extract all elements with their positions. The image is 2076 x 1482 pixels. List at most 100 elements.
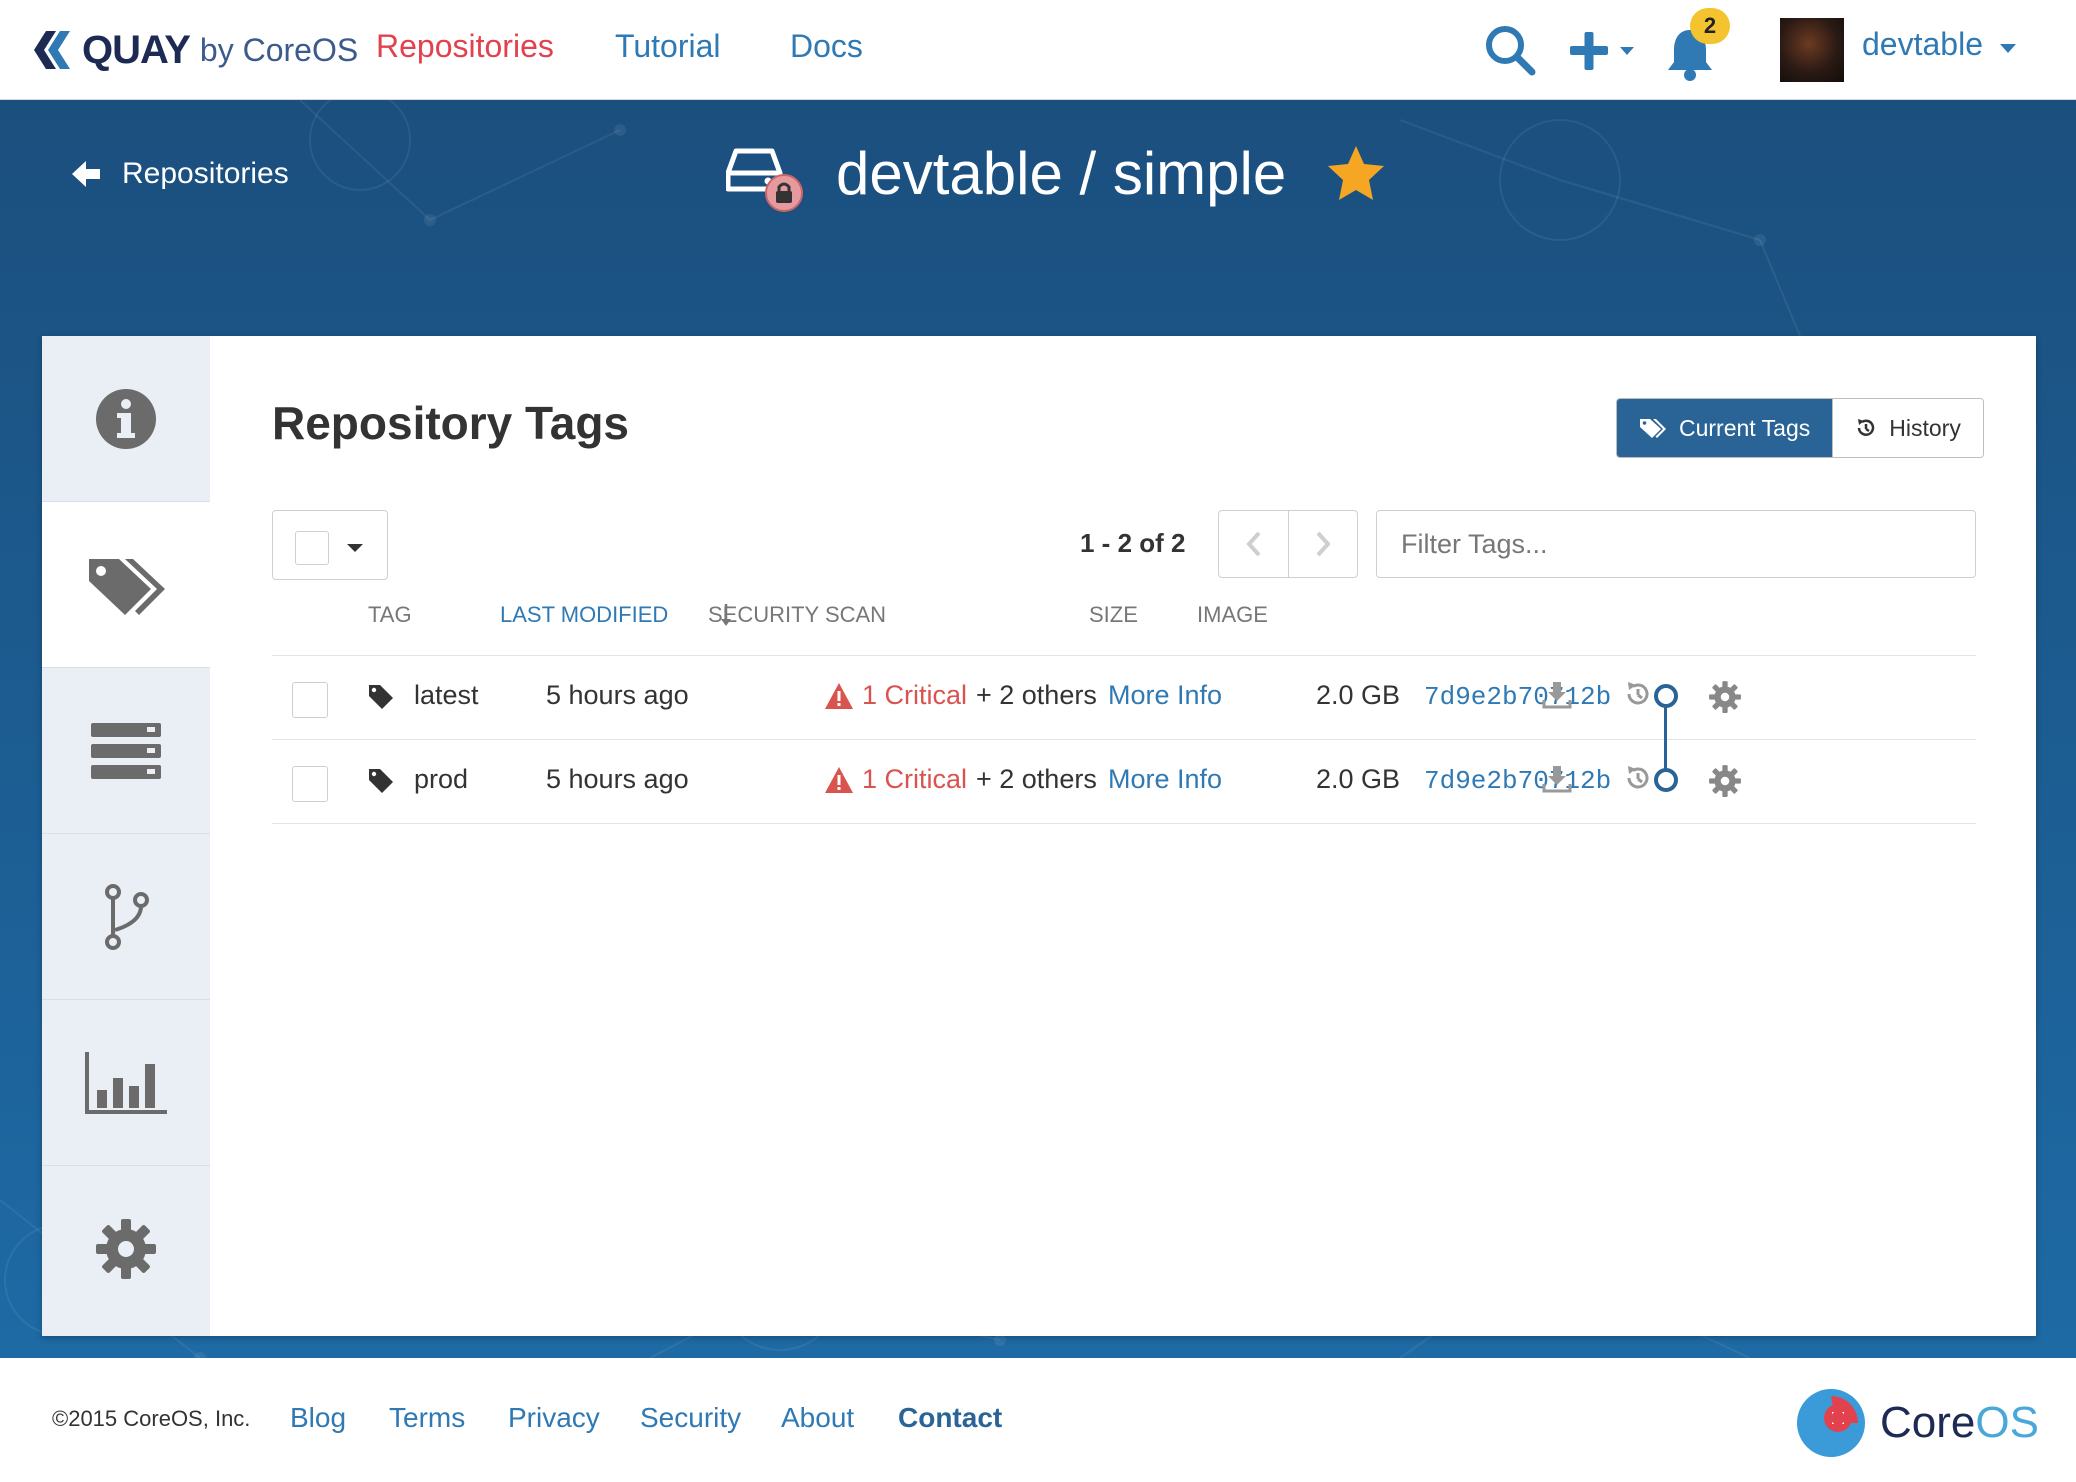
footer-link-security[interactable]: Security — [640, 1402, 741, 1434]
warning-icon — [825, 767, 853, 793]
more-info-link[interactable]: More Info — [1108, 680, 1222, 711]
gear-icon — [96, 1219, 156, 1279]
brand-word: QUAY — [82, 27, 191, 72]
footer-link-privacy[interactable]: Privacy — [508, 1402, 600, 1434]
coreos-logo-os: OS — [1975, 1398, 2039, 1447]
more-info-link[interactable]: More Info — [1108, 764, 1222, 795]
tag-icon — [369, 769, 393, 793]
sidebar-item-builds-trigger[interactable] — [42, 834, 210, 1000]
chevron-down-icon[interactable] — [347, 544, 363, 552]
critical-vulnerabilities[interactable]: 1 Critical — [862, 764, 967, 795]
tags-icon — [1640, 419, 1666, 438]
select-all-checkbox[interactable] — [295, 531, 329, 565]
arrow-left-icon — [72, 161, 100, 187]
sidebar-item-settings[interactable] — [42, 1166, 210, 1332]
current-tags-label: Current Tags — [1679, 414, 1811, 441]
tag-name[interactable]: latest — [414, 680, 479, 711]
coreos-logo-icon — [1797, 1389, 1865, 1457]
column-header-tag[interactable]: TAG — [368, 602, 412, 628]
tag-name[interactable]: prod — [414, 764, 468, 795]
current-tags-button[interactable]: Current Tags — [1617, 399, 1833, 457]
footer-link-blog[interactable]: Blog — [290, 1402, 346, 1434]
create-new-icon[interactable] — [1566, 26, 1646, 76]
branch-icon — [105, 883, 149, 950]
nav-docs[interactable]: Docs — [790, 28, 863, 65]
row-checkbox[interactable] — [292, 682, 328, 718]
history-icon[interactable] — [1624, 680, 1652, 708]
repo-title: devtable / simple — [726, 128, 1386, 218]
table-row: latest 5 hours ago 1 Critical + 2 others… — [272, 656, 1976, 740]
pull-icon[interactable] — [1542, 680, 1572, 710]
tag-icon — [369, 685, 393, 709]
quay-logo[interactable]: QUAY by CoreOS — [32, 22, 358, 78]
pagination-count: 1 - 2 of 2 — [1080, 528, 1186, 558]
nav-repositories[interactable]: Repositories — [376, 28, 554, 65]
tag-settings-gear-icon[interactable] — [1708, 680, 1742, 714]
column-header-image[interactable]: IMAGE — [1197, 602, 1268, 628]
last-modified: 5 hours ago — [546, 680, 689, 710]
coreos-logo-core: Core — [1880, 1398, 1976, 1447]
footer-link-contact[interactable]: Contact — [898, 1402, 1002, 1434]
back-to-repositories-link[interactable]: Repositories — [70, 154, 289, 194]
user-avatar[interactable] — [1780, 18, 1844, 82]
image-tree-node[interactable] — [1654, 768, 1678, 792]
image-size: 2.0 GB — [1316, 680, 1401, 710]
quay-logo-icon — [34, 31, 70, 69]
image-tree-node[interactable] — [1654, 684, 1678, 708]
row-checkbox[interactable] — [292, 766, 328, 802]
coreos-logo[interactable]: Core OS — [1796, 1388, 2039, 1458]
repo-name: devtable / simple — [836, 139, 1287, 207]
column-header-last-modified[interactable]: LAST MODIFIED — [500, 602, 668, 628]
layers-icon — [91, 722, 161, 779]
notification-badge[interactable]: 2 — [1690, 8, 1730, 44]
repo-view-card: Repository Tags Current Tags History 1 -… — [42, 336, 2036, 1336]
image-id-link[interactable]: 7d9e2b70712b — [1424, 766, 1611, 796]
search-icon[interactable] — [1482, 22, 1538, 78]
sidebar-item-usage-logs[interactable] — [42, 1000, 210, 1166]
image-id-link[interactable]: 7d9e2b70712b — [1424, 682, 1611, 712]
user-menu-name[interactable]: devtable — [1862, 26, 1983, 63]
other-vulnerabilities: + 2 others — [976, 764, 1097, 794]
prev-page-button[interactable] — [1219, 511, 1288, 577]
sidebar-item-builds[interactable] — [42, 668, 210, 834]
column-header-size[interactable]: SIZE — [1089, 602, 1138, 628]
tags-icon — [89, 558, 165, 615]
next-page-button[interactable] — [1288, 511, 1357, 577]
chevron-right-icon — [1316, 531, 1331, 557]
history-button[interactable]: History — [1832, 399, 1983, 457]
image-size: 2.0 GB — [1316, 764, 1401, 794]
private-repo-icon — [726, 148, 803, 212]
other-vulnerabilities: + 2 others — [976, 680, 1097, 710]
history-label: History — [1889, 414, 1961, 441]
tags-panel: Repository Tags Current Tags History 1 -… — [210, 336, 2036, 1336]
footer-link-terms[interactable]: Terms — [389, 1402, 465, 1434]
footer-link-about[interactable]: About — [781, 1402, 854, 1434]
top-navbar: QUAY by CoreOS Repositories Tutorial Doc… — [0, 0, 2076, 100]
select-all-dropdown[interactable] — [272, 510, 388, 580]
last-modified: 5 hours ago — [546, 764, 689, 794]
tag-settings-gear-icon[interactable] — [1708, 764, 1742, 798]
nav-tutorial[interactable]: Tutorial — [615, 28, 721, 65]
info-icon — [96, 388, 156, 449]
column-header-security-scan[interactable]: SECURITY SCAN — [708, 602, 886, 628]
sidebar-item-tags[interactable] — [42, 502, 210, 668]
repo-sidebar — [42, 336, 210, 1336]
tags-view-toggle: Current Tags History — [1616, 398, 1984, 458]
footer: ©2015 CoreOS, Inc. Blog Terms Privacy Se… — [0, 1358, 2076, 1482]
copyright: ©2015 CoreOS, Inc. — [52, 1406, 251, 1431]
critical-vulnerabilities[interactable]: 1 Critical — [862, 680, 967, 711]
sidebar-item-info[interactable] — [42, 336, 210, 502]
table-row: prod 5 hours ago 1 Critical + 2 others M… — [272, 740, 1976, 824]
chevron-left-icon — [1245, 531, 1260, 557]
history-icon[interactable] — [1624, 764, 1652, 792]
pagination — [1218, 510, 1358, 578]
filter-tags-input[interactable] — [1376, 510, 1976, 578]
star-icon[interactable] — [1326, 144, 1386, 202]
bar-chart-icon — [85, 1051, 167, 1114]
warning-icon — [825, 683, 853, 709]
brand-by: by CoreOS — [199, 31, 359, 68]
history-icon — [1858, 419, 1875, 436]
repo-header-band: Repositories devtable / simple Repositor… — [0, 100, 2076, 1358]
pull-icon[interactable] — [1542, 764, 1572, 794]
chevron-down-icon[interactable] — [2000, 44, 2016, 53]
